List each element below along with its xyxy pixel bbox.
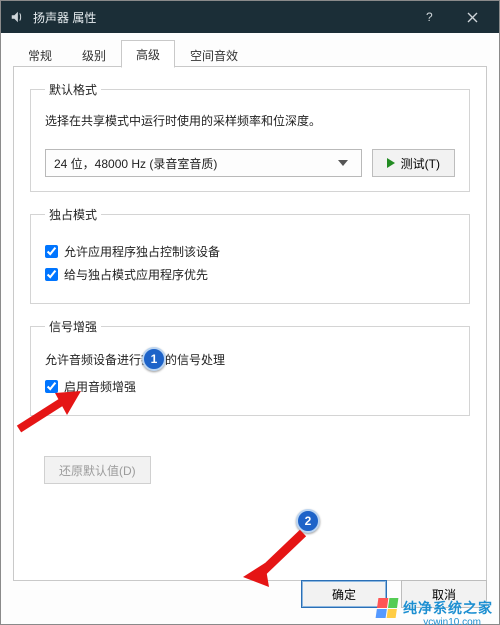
- tab-levels[interactable]: 级别: [67, 41, 121, 68]
- tab-spatial[interactable]: 空间音效: [175, 41, 253, 68]
- checkbox-exclusive-priority-input[interactable]: [45, 268, 58, 281]
- format-select-value: 24 位，48000 Hz (录音室音质): [54, 155, 333, 172]
- group-exclusive-legend: 独占模式: [45, 206, 101, 223]
- checkbox-exclusive-priority[interactable]: 给与独占模式应用程序优先: [45, 266, 455, 283]
- window-title: 扬声器 属性: [33, 9, 409, 26]
- format-select[interactable]: 24 位，48000 Hz (录音室音质): [45, 149, 362, 177]
- checkbox-enable-enhance-input[interactable]: [45, 380, 58, 393]
- restore-defaults-button[interactable]: 还原默认值(D): [44, 456, 151, 484]
- speaker-icon: [9, 9, 25, 25]
- ok-button[interactable]: 确定: [301, 580, 387, 608]
- checkbox-allow-exclusive[interactable]: 允许应用程序独占控制该设备: [45, 243, 455, 260]
- cancel-button[interactable]: 取消: [401, 580, 487, 608]
- group-enhance: 信号增强 允许音频设备进行额外的信号处理 启用音频增强: [30, 318, 470, 416]
- chevron-down-icon: [333, 160, 353, 166]
- group-default-format: 默认格式 选择在共享模式中运行时使用的采样频率和位深度。 24 位，48000 …: [30, 81, 470, 192]
- play-icon: [387, 158, 395, 168]
- tab-panel-advanced: 默认格式 选择在共享模式中运行时使用的采样频率和位深度。 24 位，48000 …: [13, 66, 487, 581]
- group-default-format-legend: 默认格式: [45, 81, 101, 98]
- properties-window: 扬声器 属性 ? 常规 级别 高级 空间音效 默认格式 选择在共享模式中运行时使…: [0, 0, 500, 625]
- enhance-desc: 允许音频设备进行额外的信号处理: [45, 351, 455, 368]
- svg-text:?: ?: [426, 11, 433, 23]
- group-exclusive: 独占模式 允许应用程序独占控制该设备 给与独占模式应用程序优先: [30, 206, 470, 304]
- tab-bar: 常规 级别 高级 空间音效: [13, 39, 487, 67]
- test-button[interactable]: 测试(T): [372, 149, 455, 177]
- titlebar: 扬声器 属性 ?: [1, 1, 499, 33]
- default-format-desc: 选择在共享模式中运行时使用的采样频率和位深度。: [45, 112, 455, 129]
- help-button[interactable]: ?: [409, 1, 451, 33]
- group-enhance-legend: 信号增强: [45, 318, 101, 335]
- tab-general[interactable]: 常规: [13, 41, 67, 68]
- checkbox-enable-enhance[interactable]: 启用音频增强: [45, 378, 455, 395]
- checkbox-allow-exclusive-input[interactable]: [45, 245, 58, 258]
- tab-advanced[interactable]: 高级: [121, 40, 175, 68]
- close-button[interactable]: [451, 1, 493, 33]
